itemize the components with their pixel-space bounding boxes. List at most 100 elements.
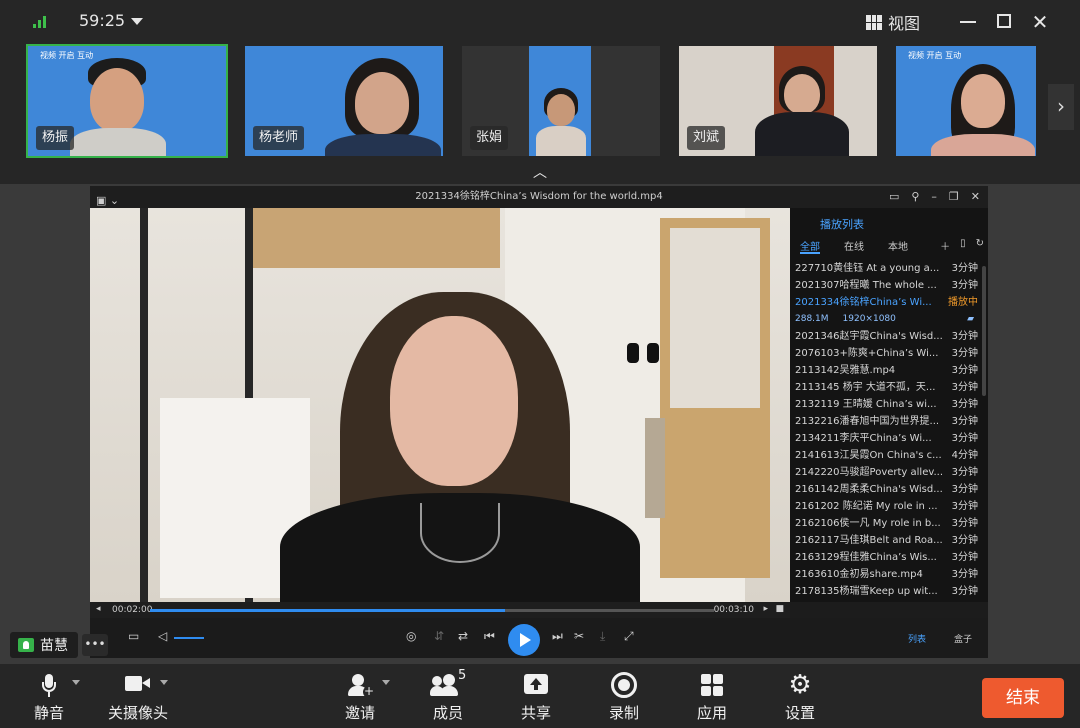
record-button[interactable]: 录制 bbox=[589, 672, 659, 723]
download-icon[interactable]: ⤓ bbox=[600, 629, 605, 644]
seek-track[interactable] bbox=[150, 609, 714, 612]
playlist-item-duration: 3分钟 bbox=[951, 331, 978, 342]
player-restore-icon[interactable]: ❐ bbox=[949, 186, 959, 208]
playlist-item[interactable]: 2021307哈程曦 The whole ... 3分钟 bbox=[790, 277, 988, 294]
equalizer-icon[interactable]: ⇄ bbox=[458, 629, 468, 643]
playlist-item-title: 2134211李庆平China’s Wi... bbox=[795, 433, 932, 444]
playlist-scrollbar[interactable] bbox=[982, 266, 986, 396]
playlist-item[interactable]: 2132119 王晴媛 China’s wi... 3分钟 bbox=[790, 396, 988, 413]
camera-dropdown-icon[interactable] bbox=[160, 680, 168, 685]
playlist-item-title: 2163129程佳雅China’s Wis... bbox=[795, 552, 937, 563]
end-meeting-button[interactable]: 结束 bbox=[982, 678, 1064, 718]
tab-local[interactable]: 本地 bbox=[888, 238, 908, 260]
playlist-item[interactable]: 2141613江昊霞On China's c... 4分钟 bbox=[790, 447, 988, 464]
apps-button[interactable]: 应用 bbox=[677, 672, 747, 723]
participant-tile[interactable]: 视频 开启 互动 bbox=[896, 46, 1036, 156]
player-feedback-icon[interactable]: ▭ bbox=[889, 186, 899, 208]
tile-banner: 视频 开启 互动 bbox=[908, 51, 962, 60]
playlist-items: 227710黄佳钰 At a young a... 3分钟 2021307哈程曦 T… bbox=[790, 260, 988, 600]
collapse-strip-icon[interactable]: ︿ bbox=[528, 162, 552, 181]
more-options-icon[interactable]: ••• bbox=[82, 634, 108, 656]
meeting-window: 59:25 视图 ✕ 视频 开启 互动 杨振 杨老师 张娟 刘斌 视频 开启 互… bbox=[0, 0, 1080, 728]
minimize-icon[interactable] bbox=[960, 21, 976, 23]
playlist-item[interactable]: 2134211李庆平China’s Wi... 3分钟 bbox=[790, 430, 988, 447]
cut-icon[interactable]: ✂ bbox=[574, 629, 584, 643]
playlist-item[interactable]: 2163129程佳雅China’s Wis... 3分钟 bbox=[790, 549, 988, 566]
settings-button[interactable]: ⚙ 设置 bbox=[765, 672, 835, 723]
stop-icon[interactable]: ■ bbox=[775, 604, 784, 614]
playlist-item[interactable]: 2161202 陈纪诺 My role in ... 3分钟 bbox=[790, 498, 988, 515]
tab-all[interactable]: 全部 bbox=[800, 238, 820, 254]
play-button[interactable] bbox=[508, 624, 540, 656]
playlist-item[interactable]: 2076103+陈爽+China’s Wi... 3分钟 bbox=[790, 345, 988, 362]
playlist-item-title: 2141613江昊霞On China's c... bbox=[795, 450, 942, 461]
next-frame-icon[interactable]: ▸ bbox=[763, 604, 768, 614]
player-pin-icon[interactable]: ⚲ bbox=[911, 186, 919, 208]
refresh-icon[interactable]: ↻ bbox=[976, 238, 984, 253]
playlist-item[interactable]: 2113142吴雅慧.mp4 3分钟 bbox=[790, 362, 988, 379]
box-toggle[interactable]: 盒子 bbox=[946, 632, 980, 648]
playlist-item[interactable]: 227710黄佳钰 At a young a... 3分钟 bbox=[790, 260, 988, 277]
stream-icon[interactable]: ◎ bbox=[406, 629, 416, 643]
playlist-item[interactable]: 2162117马佳琪Belt and Roa... 3分钟 bbox=[790, 532, 988, 549]
participant-tile[interactable]: 刘斌 bbox=[679, 46, 877, 156]
seek-fill bbox=[150, 609, 506, 612]
playlist-item[interactable]: 2021346赵宇霞China's Wisd... 3分钟 bbox=[790, 328, 988, 345]
resolution: 1920×1080 bbox=[842, 314, 896, 324]
playlist-item[interactable]: 2178135杨瑞雪Keep up wit... 3分钟 bbox=[790, 583, 988, 600]
player-minimize-icon[interactable]: – bbox=[931, 186, 937, 208]
participant-tile[interactable]: 视频 开启 互动 杨振 bbox=[26, 44, 228, 158]
timer-dropdown-icon[interactable] bbox=[131, 18, 143, 25]
video-frame[interactable] bbox=[90, 208, 790, 602]
volume-slider[interactable] bbox=[174, 637, 204, 639]
next-icon[interactable]: ⏭ bbox=[552, 629, 563, 644]
playlist-item[interactable]: 2113145 杨宇 大道不孤，天... 3分钟 bbox=[790, 379, 988, 396]
microphone-icon bbox=[42, 672, 56, 698]
participant-name: 张娟 bbox=[470, 126, 509, 150]
participant-name: 杨振 bbox=[36, 126, 75, 150]
camera-label: 关摄像头 bbox=[107, 704, 168, 722]
playlist-item-title: 2163610金初易share.mp4 bbox=[795, 569, 923, 580]
mute-dropdown-icon[interactable] bbox=[72, 680, 80, 685]
playlist-item-duration: 3分钟 bbox=[951, 586, 978, 597]
mute-label: 静音 bbox=[33, 704, 64, 722]
invite-icon: + bbox=[347, 672, 375, 698]
playlist-item[interactable]: 2142220马骏超Poverty allev... 3分钟 bbox=[790, 464, 988, 481]
record-label: 录制 bbox=[608, 704, 639, 722]
playlist-item-duration: 3分钟 bbox=[951, 399, 978, 410]
members-button[interactable]: 5 成员 bbox=[413, 668, 483, 723]
view-button[interactable]: 视图 bbox=[866, 11, 920, 33]
player-close-icon[interactable]: ✕ bbox=[971, 186, 980, 208]
playlist-item[interactable]: 2162106侯一凡 My role in b... 3分钟 bbox=[790, 515, 988, 532]
folder-icon[interactable]: ▰ bbox=[967, 311, 974, 328]
tab-online[interactable]: 在线 bbox=[844, 238, 864, 260]
close-icon[interactable]: ✕ bbox=[1030, 12, 1050, 32]
share-label: 共享 bbox=[520, 704, 551, 722]
open-folder-icon[interactable]: ▭ bbox=[128, 629, 139, 643]
file-icon[interactable]: ▯ bbox=[960, 238, 966, 253]
playlist-item[interactable]: 2161142周柔柔China's Wisd... 3分钟 bbox=[790, 481, 988, 498]
elapsed-time: 00:02:00 bbox=[112, 605, 153, 615]
fullscreen-icon[interactable]: ⤢ bbox=[624, 629, 634, 644]
previous-icon[interactable]: ⏮ bbox=[484, 629, 495, 644]
playlist-item-title: 2142220马骏超Poverty allev... bbox=[795, 467, 944, 478]
participant-tile[interactable]: 张娟 bbox=[462, 46, 660, 156]
playlist-item[interactable]: 2132216潘春旭中国为世界提... 3分钟 bbox=[790, 413, 988, 430]
playlist-item-title: 2132216潘春旭中国为世界提... bbox=[795, 416, 940, 427]
volume-icon[interactable]: ◁ bbox=[158, 629, 167, 643]
apps-icon bbox=[701, 672, 723, 698]
adjust-icon[interactable]: ⇵ bbox=[434, 629, 444, 643]
prev-frame-icon[interactable]: ◂ bbox=[96, 604, 101, 614]
playlist-item[interactable]: 2021334徐铭梓China’s Wi... 播放中 bbox=[790, 294, 988, 311]
playlist-item[interactable]: 2163610金初易share.mp4 3分钟 bbox=[790, 566, 988, 583]
list-toggle[interactable]: 列表 bbox=[900, 632, 934, 648]
invite-label: 邀请 bbox=[344, 704, 375, 722]
playlist-item-duration: 3分钟 bbox=[951, 518, 978, 529]
share-button[interactable]: 共享 bbox=[501, 672, 571, 723]
invite-dropdown-icon[interactable] bbox=[382, 680, 390, 685]
next-page-icon[interactable]: › bbox=[1048, 84, 1074, 130]
participant-tile[interactable]: 杨老师 bbox=[245, 46, 443, 156]
playlist-item-title: 2113145 杨宇 大道不孤，天... bbox=[795, 382, 936, 393]
add-icon[interactable]: ＋ bbox=[940, 238, 950, 253]
maximize-icon[interactable] bbox=[997, 14, 1011, 28]
